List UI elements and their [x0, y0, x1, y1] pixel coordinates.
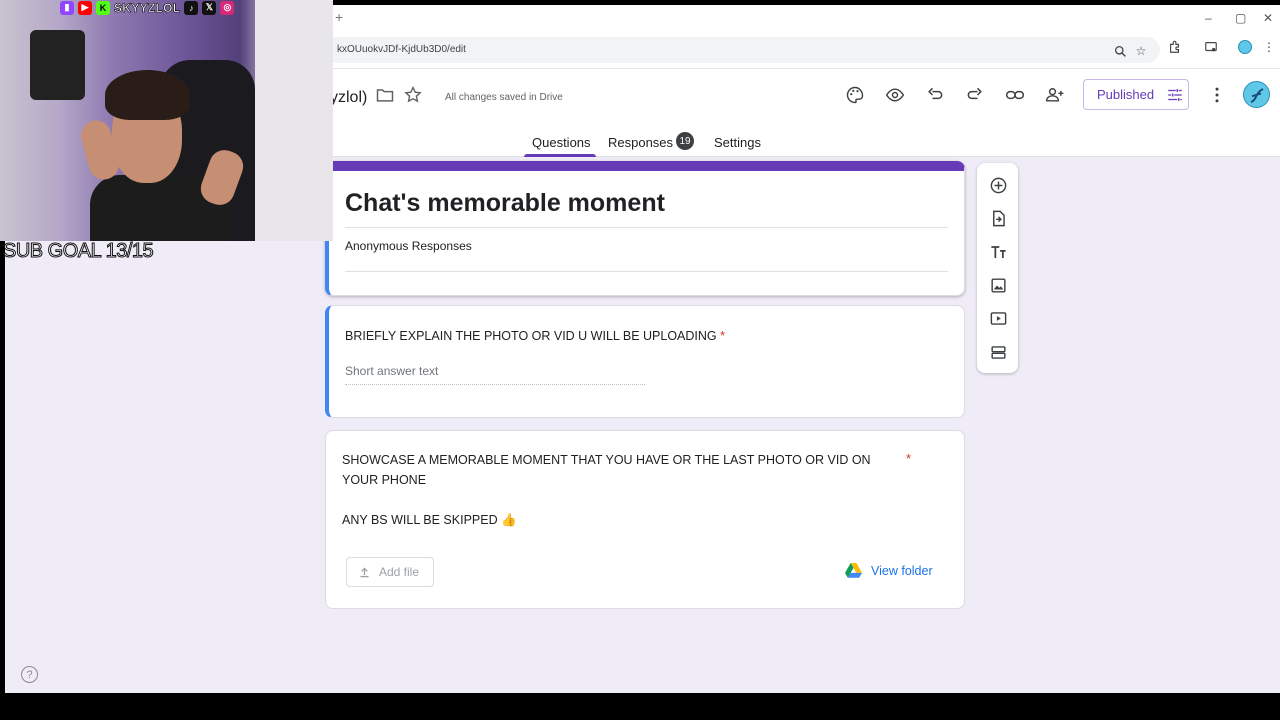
add-title-icon[interactable] — [987, 241, 1009, 263]
maximize-button[interactable]: ▢ — [1235, 11, 1246, 25]
question-text-line: SHOWCASE A MEMORABLE MOMENT THAT YOU HAV… — [342, 453, 871, 467]
bookmark-star-icon[interactable]: ☆ — [1133, 43, 1149, 59]
stream-frame: { "browser": { "url_partial": "kxOUuokvJ… — [0, 0, 1280, 720]
minimize-button[interactable]: – — [1205, 11, 1212, 25]
published-label: Published — [1097, 87, 1155, 102]
short-answer-placeholder: Short answer text — [345, 364, 439, 378]
add-collaborator-icon[interactable] — [1043, 83, 1067, 107]
floating-toolbar — [977, 163, 1018, 373]
tab-questions[interactable]: Questions — [532, 135, 591, 150]
published-button[interactable]: Published — [1083, 79, 1189, 110]
zoom-icon[interactable] — [1112, 43, 1128, 59]
instagram-icon: ◎ — [220, 0, 235, 15]
add-file-button[interactable]: Add file — [346, 557, 434, 587]
profile-icon[interactable] — [1237, 39, 1253, 55]
avatar[interactable] — [1243, 81, 1270, 108]
twitch-icon: ▮ — [60, 0, 74, 15]
tiktok-icon: ♪ — [184, 0, 199, 15]
browser-menu-icon[interactable]: ⋮ — [1261, 39, 1277, 55]
redo-icon[interactable] — [963, 83, 987, 107]
question-text: BRIEFLY EXPLAIN THE PHOTO OR VID U WILL … — [345, 329, 717, 343]
tab-responses[interactable]: Responses — [608, 135, 673, 150]
undo-icon[interactable] — [923, 83, 947, 107]
required-asterisk: * — [720, 329, 725, 343]
star-icon[interactable] — [401, 83, 425, 107]
preview-icon[interactable] — [883, 83, 907, 107]
tab-settings[interactable]: Settings — [714, 135, 761, 150]
upload-icon — [360, 567, 369, 577]
add-image-icon[interactable] — [987, 274, 1009, 296]
question-title: BRIEFLY EXPLAIN THE PHOTO OR VID U WILL … — [345, 326, 725, 346]
add-file-label: Add file — [379, 565, 420, 579]
required-asterisk: * — [906, 451, 912, 466]
active-tab-indicator — [524, 154, 596, 157]
folder-icon[interactable] — [373, 83, 397, 107]
view-folder-link[interactable]: View folder — [844, 562, 933, 579]
more-vert-icon[interactable] — [1205, 83, 1229, 107]
palette-icon[interactable] — [843, 83, 867, 107]
webcam-wall — [255, 0, 333, 241]
webcam-overlay: ▮ ▶ K SKYYZLOL ♪ 𝕏 ◎ — [0, 0, 333, 241]
extensions-icon[interactable] — [1167, 39, 1183, 55]
kick-icon: K — [96, 0, 110, 15]
title-divider — [345, 227, 948, 228]
webcam-jersey — [30, 30, 85, 100]
streamer-handle: SKYYZLOL — [114, 0, 181, 15]
help-icon[interactable]: ? — [21, 666, 38, 683]
question-card[interactable]: SHOWCASE A MEMORABLE MOMENT THAT YOU HAV… — [325, 430, 965, 609]
publish-settings-icon — [1168, 88, 1182, 101]
sub-goal-text: SUB GOAL 13/15 — [2, 240, 154, 263]
youtube-icon: ▶ — [78, 0, 92, 15]
description-divider — [345, 271, 948, 272]
close-window-button[interactable]: ✕ — [1263, 11, 1273, 25]
save-status: All changes saved in Drive — [445, 92, 563, 103]
add-section-icon[interactable] — [987, 341, 1009, 363]
add-video-icon[interactable] — [987, 307, 1009, 329]
responses-count-badge: 19 — [676, 132, 694, 150]
new-tab-button[interactable]: + — [335, 9, 343, 25]
google-drive-icon — [845, 562, 862, 578]
question-text-line: ANY BS WILL BE SKIPPED 👍 — [342, 513, 517, 527]
document-title[interactable]: yzlol) — [330, 89, 367, 107]
question-title: SHOWCASE A MEMORABLE MOMENT THAT YOU HAV… — [342, 450, 871, 530]
form-description[interactable]: Anonymous Responses — [345, 239, 472, 253]
form-title[interactable]: Chat's memorable moment — [345, 189, 665, 218]
question-card[interactable]: BRIEFLY EXPLAIN THE PHOTO OR VID U WILL … — [325, 305, 965, 418]
view-folder-label: View folder — [871, 563, 933, 578]
add-question-icon[interactable] — [987, 174, 1009, 196]
import-questions-icon[interactable] — [987, 207, 1009, 229]
social-bar: ▮ ▶ K SKYYZLOL ♪ 𝕏 ◎ — [60, 0, 235, 15]
short-answer-underline — [345, 384, 645, 385]
link-icon[interactable] — [1003, 83, 1027, 107]
cast-icon[interactable] — [1203, 39, 1219, 55]
form-title-card[interactable]: Chat's memorable moment Anonymous Respon… — [325, 161, 965, 296]
webcam-person-hair — [105, 70, 190, 120]
question-text-line: YOUR PHONE — [342, 473, 427, 487]
url-text[interactable]: kxOUuokvJDf-KjdUb3D0/edit — [337, 44, 466, 55]
x-icon: 𝕏 — [202, 0, 217, 15]
